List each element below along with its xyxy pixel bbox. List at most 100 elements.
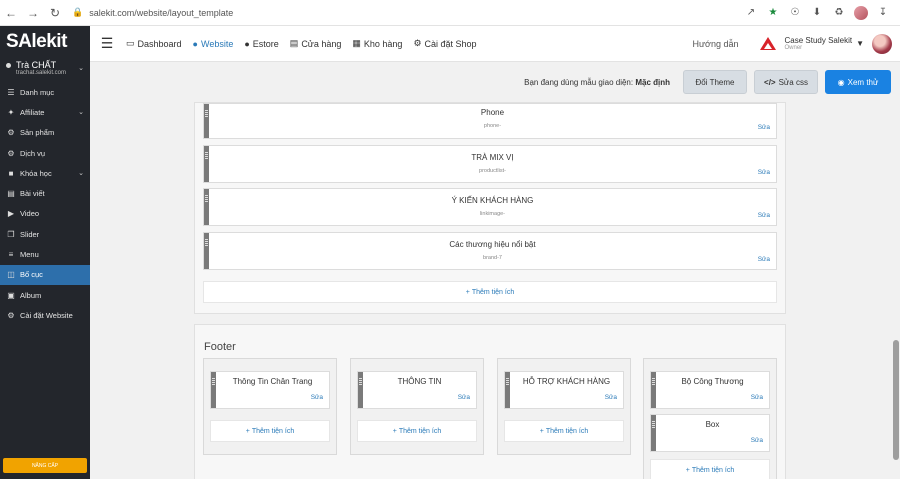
sidebar-item[interactable]: ✦ Affiliate ⌄ [0,102,90,122]
sidebar: SAlekit Trà CHẤT trachat.salekit.com ⌄ ☰… [0,26,90,479]
layout-widget[interactable]: Phone phone- Sửa [203,103,777,139]
sidebar-item[interactable]: ☰ Danh mục [0,82,90,102]
footer-section: Footer Thông Tin Chân Trang Sửa + Thêm tiện… [194,324,786,479]
address-bar[interactable]: 🔒 salekit.com/website/layout_template [72,7,744,18]
edit-widget-link[interactable]: Sửa [758,212,770,219]
chevron-down-icon: ⌄ [78,109,84,117]
edit-widget-link[interactable]: Sửa [758,169,770,176]
reload-icon[interactable]: ↻ [44,2,66,24]
download-ext-icon[interactable]: ⬇ [810,6,824,20]
profile-icon[interactable] [854,5,868,20]
guide-link[interactable]: Hướng dẫn [693,39,739,49]
account-name: Case Study Salekit [784,36,853,45]
edit-widget-link[interactable]: Sửa [605,394,617,401]
sidebar-item-label: Danh mục [20,87,55,97]
edit-widget-link[interactable]: Sửa [758,124,770,131]
sidebar-item[interactable]: ⚙ Cài đặt Website [0,305,90,325]
globe-icon: ● [192,38,198,49]
layout-widget[interactable]: HỖ TRỢ KHÁCH HÀNG Sửa [504,371,624,409]
product-icon: ⚙ [7,128,15,138]
drag-handle-icon[interactable] [204,189,209,225]
add-widget-button[interactable]: + Thêm tiện ích [210,420,330,442]
layout-widget[interactable]: THÔNG TIN Sửa [357,371,477,409]
layout-widget[interactable]: Thông Tin Chân Trang Sửa [210,371,330,409]
hamburger-icon[interactable]: ☰ [94,35,120,52]
eye-icon: ◉ [837,77,845,87]
drag-handle-icon[interactable] [204,233,209,269]
top-nav-item[interactable]: ● Website [193,39,234,49]
top-nav-item[interactable]: ⚙ Cài đặt Shop [413,38,476,49]
top-nav-item[interactable]: ▦ Kho hàng [352,38,402,49]
avatar[interactable] [872,33,892,54]
shop-status-dot [6,62,11,68]
article-icon: ▤ [7,189,15,199]
add-widget-label: Thêm tiện ích [251,427,295,435]
sidebar-item[interactable]: ⚙ Sản phẩm [0,123,90,143]
add-widget-label: Thêm tiện ích [545,427,589,435]
top-navbar: ☰ ▭ Dashboard ● Website ● Estore ▤ Cửa hàng ▦ Kho… [90,26,900,62]
edit-widget-link[interactable]: Sửa [758,256,770,263]
add-widget-button[interactable]: + Thêm tiện ích [357,420,477,442]
shop-switcher[interactable]: Trà CHẤT trachat.salekit.com ⌄ [0,58,90,80]
scrollbar-thumb[interactable] [893,340,899,460]
current-theme-text: Bạn đang dùng mẫu giao diện: Mặc định [524,77,670,87]
sidebar-item[interactable]: ❐ Slider [0,224,90,244]
top-nav-item[interactable]: ● Estore [244,39,278,49]
sidebar-item[interactable]: ▤ Bài viết [0,183,90,203]
sidebar-item[interactable]: ▣ Album [0,285,90,305]
layout-widget[interactable]: Bộ Công Thương Sửa [650,371,770,409]
scrollbar[interactable] [891,62,900,479]
album-icon: ▣ [7,290,15,300]
sidebar-item[interactable]: ◫ Bố cục [0,264,90,285]
footer-column: Thông Tin Chân Trang Sửa + Thêm tiện ích [203,358,337,455]
download-icon[interactable]: ↧ [876,6,890,20]
plus-icon: + [245,427,250,435]
edit-widget-link[interactable]: Sửa [751,394,763,401]
top-nav-label: Dashboard [137,38,182,49]
list-icon: ☰ [7,87,15,97]
edit-widget-link[interactable]: Sửa [458,394,470,401]
widget-code: brand-7 [483,255,502,261]
widget-title: THÔNG TIN [397,377,442,386]
browser-toolbar: ← → ↻ 🔒 salekit.com/website/layout_templ… [0,0,900,26]
forward-icon[interactable]: → [22,2,44,24]
sidebar-item[interactable]: ▶ Video [0,204,90,224]
add-widget-button[interactable]: + Thêm tiện ích [650,459,770,479]
top-nav-item[interactable]: ▤ Cửa hàng [290,38,342,49]
sidebar-item[interactable]: ■ Khóa học ⌄ [0,163,90,183]
preview-button[interactable]: ◉ Xem thử [825,70,891,94]
widget-title: TRÀ MIX VỊ [471,153,514,162]
back-icon[interactable]: ← [0,2,22,24]
layout-widget[interactable]: Ý KIẾN KHÁCH HÀNG linkimage- Sửa [203,188,777,226]
account-role: Owner [784,45,803,51]
sidebar-item-label: Bài viết [20,189,45,199]
layout-widget[interactable]: Các thương hiệu nổi bật brand-7 Sửa [203,232,777,270]
sidebar-item-label: Cài đặt Website [20,310,73,320]
layout-icon: ◫ [7,270,15,280]
plus-icon: + [685,466,690,474]
shield-icon[interactable]: ☉ [788,6,802,20]
add-widget-button[interactable]: + Thêm tiện ích [203,281,777,303]
layout-widget[interactable]: Box Sửa [650,414,770,452]
share-icon[interactable]: ↗ [744,6,758,20]
salekit-logo[interactable]: SAlekit [0,26,90,58]
edit-widget-link[interactable]: Sửa [751,437,763,444]
widget-code: productlist- [479,168,506,174]
sidebar-item[interactable]: ≡ Menu [0,244,90,264]
caret-down-icon[interactable]: ▼ [856,39,864,48]
account-menu[interactable]: Case Study Salekit Owner [784,36,852,51]
upgrade-button[interactable]: NÂNG CẤP [3,458,87,473]
edit-css-button[interactable]: </> Sửa css [754,70,818,94]
add-widget-button[interactable]: + Thêm tiện ích [504,420,624,442]
add-widget-label: Thêm tiện ích [471,288,515,296]
change-theme-button[interactable]: Đổi Theme [683,70,747,94]
drag-handle-icon[interactable] [204,146,209,182]
current-theme-name: Mặc định [635,77,670,87]
puzzle-icon[interactable]: ♻ [832,6,846,20]
edit-widget-link[interactable]: Sửa [311,394,323,401]
sidebar-item[interactable]: ⚙ Dịch vụ [0,143,90,163]
top-nav-item[interactable]: ▭ Dashboard [126,38,182,49]
layout-widget[interactable]: TRÀ MIX VỊ productlist- Sửa [203,145,777,183]
star-icon[interactable]: ★ [766,6,780,20]
body-section: Phone phone- Sửa TRÀ MIX VỊ productlist- Sửa Ý… [194,102,786,314]
